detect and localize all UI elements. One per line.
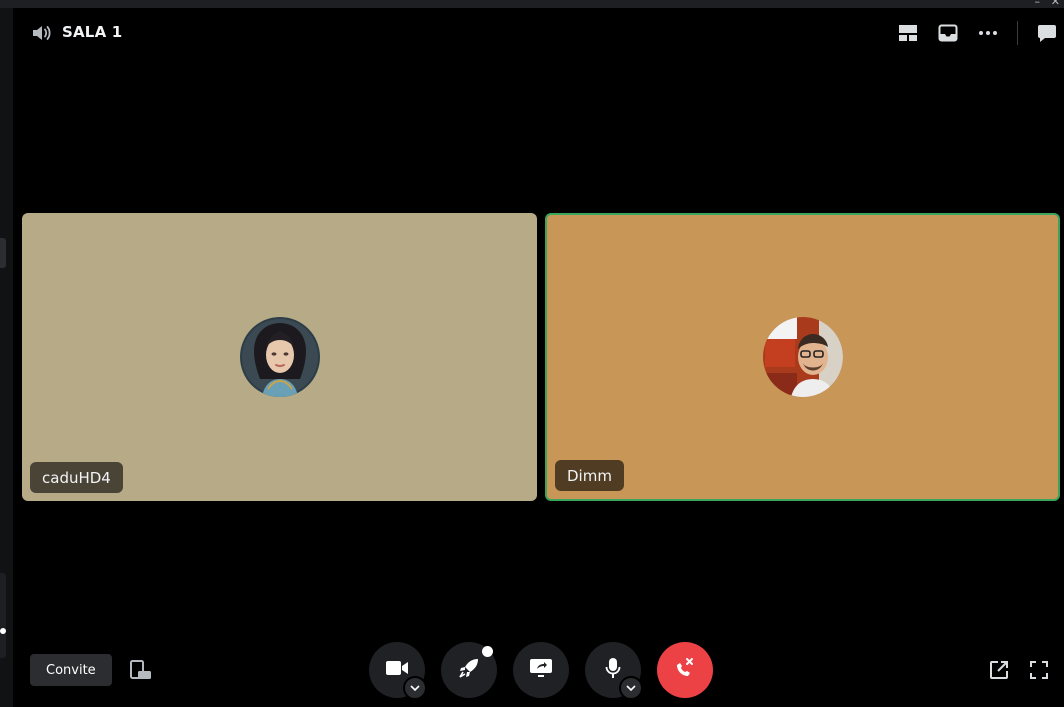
sidebar-tab-indicator[interactable] — [0, 238, 6, 268]
hang-up-icon — [673, 656, 697, 684]
microphone-button[interactable] — [585, 642, 643, 700]
notification-dot — [482, 646, 493, 657]
participant-avatar — [763, 317, 843, 397]
invite-button[interactable]: Convite — [30, 654, 112, 686]
participant-name: caduHD4 — [42, 468, 111, 487]
fullscreen-icon[interactable] — [1028, 659, 1050, 681]
close-window-button[interactable]: ✕ — [1051, 0, 1060, 8]
microphone-options-caret[interactable] — [619, 676, 643, 700]
participant-name-tag: Dimm — [555, 460, 624, 491]
sidebar-panel-edge[interactable] — [0, 573, 6, 658]
room-title: SALA 1 — [62, 23, 123, 41]
participant-tile-speaking[interactable]: Dimm — [545, 213, 1060, 501]
screen-share-icon — [529, 657, 553, 683]
bottom-right-actions — [970, 659, 1050, 681]
header-actions — [879, 20, 1058, 46]
participant-avatar — [240, 317, 320, 397]
chat-bubble-icon[interactable] — [1036, 22, 1058, 44]
camera-icon — [386, 660, 408, 680]
activity-rocket-icon — [458, 657, 480, 683]
speaker-icon — [30, 22, 52, 44]
activities-button[interactable] — [441, 642, 497, 698]
bottom-left-actions: Convite — [30, 654, 154, 686]
camera-options-caret[interactable] — [403, 676, 427, 700]
more-dots-icon[interactable] — [977, 22, 999, 44]
call-header: SALA 1 — [28, 18, 1058, 46]
server-sidebar-edge — [0, 8, 13, 707]
screen-share-button[interactable] — [513, 642, 569, 698]
inbox-icon[interactable] — [937, 22, 959, 44]
unread-indicator — [0, 628, 6, 634]
pop-out-icon[interactable] — [988, 659, 1010, 681]
hang-up-button[interactable] — [657, 642, 713, 698]
minimize-button[interactable]: – — [1035, 0, 1041, 8]
participant-name: Dimm — [567, 466, 612, 485]
window-titlebar — [0, 0, 1064, 8]
header-divider — [1017, 21, 1018, 45]
participant-name-tag: caduHD4 — [30, 462, 123, 493]
layout-grid-icon[interactable] — [897, 22, 919, 44]
participant-tile[interactable]: caduHD4 — [22, 213, 537, 501]
camera-button[interactable] — [369, 642, 427, 700]
device-popout-icon[interactable] — [128, 657, 154, 683]
call-controls — [369, 642, 713, 700]
microphone-icon — [605, 657, 621, 683]
